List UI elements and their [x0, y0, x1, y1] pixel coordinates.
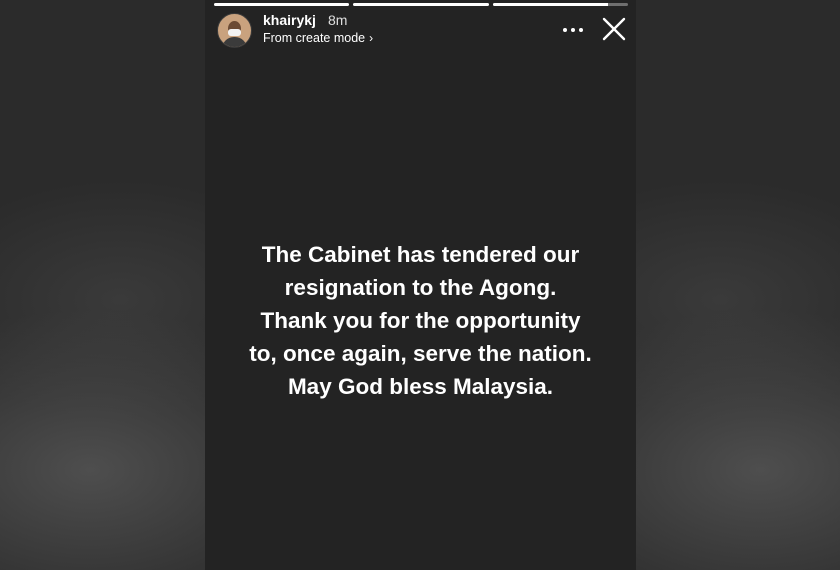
- story-text: The Cabinet has tendered our resignation…: [205, 238, 636, 403]
- close-icon[interactable]: [601, 16, 627, 42]
- story-text-line: to, once again, serve the nation.: [249, 341, 592, 366]
- create-mode-label: From create mode: [263, 31, 366, 45]
- avatar-body: [222, 37, 247, 47]
- chevron-right-icon: ›: [369, 31, 374, 45]
- progress-segment: [492, 3, 628, 6]
- story-text-line: May God bless Malaysia.: [287, 374, 554, 399]
- story-progress-bar: [214, 3, 628, 6]
- story-viewer[interactable]: khairykj 8m From create mode › The Cabine…: [205, 0, 636, 570]
- progress-segment: [353, 3, 489, 6]
- story-text-line: resignation to the Agong.: [284, 275, 557, 300]
- more-options-icon[interactable]: [561, 18, 585, 42]
- progress-fill: [353, 3, 489, 6]
- username-link[interactable]: khairykj: [263, 12, 316, 28]
- close-icon-svg: [602, 17, 626, 41]
- profile-avatar[interactable]: [217, 13, 252, 48]
- progress-fill: [492, 3, 608, 6]
- progress-fill: [214, 3, 350, 6]
- story-text-line: Thank you for the opportunity: [260, 308, 581, 333]
- create-mode-link[interactable]: From create mode ›: [263, 31, 373, 45]
- story-text-line: The Cabinet has tendered our: [261, 242, 580, 267]
- dot: [571, 28, 575, 32]
- progress-segment: [214, 3, 350, 6]
- dot: [579, 28, 583, 32]
- avatar-mask: [228, 29, 241, 36]
- dot: [563, 28, 567, 32]
- post-time: 8m: [328, 12, 348, 28]
